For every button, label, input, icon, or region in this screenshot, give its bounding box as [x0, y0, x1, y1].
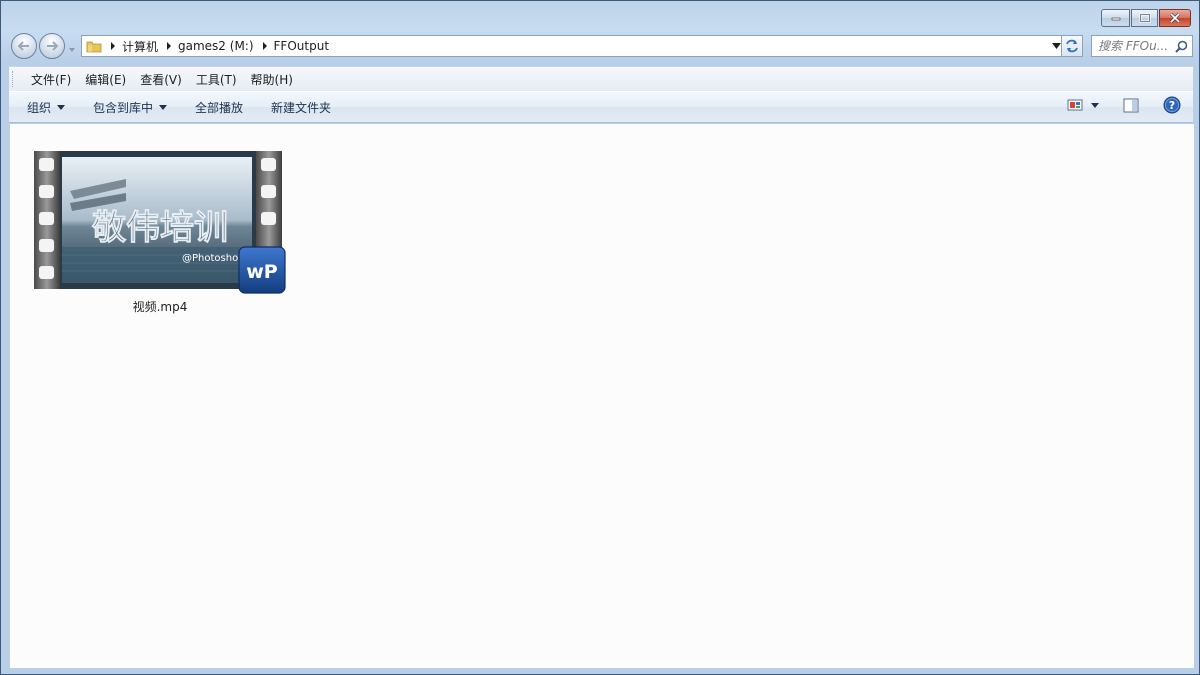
breadcrumb-drive[interactable]: games2 (M:)	[178, 39, 254, 53]
chevron-down-icon	[69, 48, 75, 52]
organize-button[interactable]: 组织	[17, 95, 75, 119]
address-history-dropdown-icon[interactable]	[1052, 43, 1061, 49]
forward-button[interactable]	[39, 33, 65, 59]
breadcrumb-folder[interactable]: FFOutput	[274, 39, 330, 53]
chevron-down-icon	[159, 104, 168, 110]
command-bar-right: ?	[1067, 96, 1181, 114]
back-button[interactable]	[11, 33, 37, 59]
restore-icon	[1139, 13, 1150, 23]
search-icon[interactable]	[1175, 40, 1188, 53]
play-all-button[interactable]: 全部播放	[185, 95, 253, 119]
chevron-down-icon	[1091, 102, 1099, 108]
svg-text:?: ?	[1169, 99, 1175, 112]
new-folder-label: 新建文件夹	[271, 100, 332, 115]
file-item[interactable]: 敬伟培训 @Photoshop wP 视频.mp4	[30, 148, 290, 318]
window-controls	[1100, 9, 1191, 27]
menu-bar: 文件(F) 编辑(E) 查看(V) 工具(T) 帮助(H)	[9, 66, 1193, 91]
badge-text: wP	[246, 261, 278, 283]
thumbnail-title-text: 敬伟培训	[91, 208, 228, 248]
help-icon[interactable]: ?	[1163, 96, 1181, 114]
arrow-right-icon	[47, 41, 59, 51]
explorer-window: 计算机 games2 (M:) FFOutput 文件(F)	[0, 0, 1200, 675]
menu-edit[interactable]: 编辑(E)	[78, 71, 133, 88]
file-list-area[interactable]: 敬伟培训 @Photoshop wP 视频.mp4	[9, 124, 1194, 668]
refresh-icon	[1066, 39, 1078, 53]
organize-label: 组织	[27, 100, 52, 115]
include-in-library-button[interactable]: 包含到库中	[83, 95, 177, 119]
folder-icon	[86, 41, 102, 53]
app-badge-icon: wP	[238, 246, 286, 294]
change-view-button[interactable]	[1067, 98, 1099, 112]
close-icon	[1169, 13, 1181, 23]
include-in-library-label: 包含到库中	[93, 100, 154, 115]
breadcrumb-separator-icon[interactable]	[262, 42, 268, 50]
view-options-icon	[1067, 99, 1083, 111]
breadcrumb-separator-icon[interactable]	[110, 42, 116, 50]
menu-help[interactable]: 帮助(H)	[244, 71, 300, 88]
new-folder-button[interactable]: 新建文件夹	[261, 95, 341, 119]
menu-file[interactable]: 文件(F)	[24, 71, 78, 88]
recent-pages-dropdown[interactable]	[68, 42, 76, 56]
search-input[interactable]	[1098, 39, 1174, 53]
command-bar: 组织 包含到库中 全部播放 新建文件夹 ?	[9, 91, 1193, 123]
preview-pane-icon[interactable]	[1123, 98, 1139, 113]
restore-button[interactable]	[1131, 9, 1158, 27]
close-button[interactable]	[1159, 9, 1191, 27]
refresh-button[interactable]	[1061, 35, 1083, 57]
thumbnail-caption-text: @Photoshop	[182, 253, 245, 264]
chevron-down-icon	[57, 104, 66, 110]
address-bar[interactable]: 计算机 games2 (M:) FFOutput	[81, 35, 1065, 57]
minimize-button[interactable]	[1101, 9, 1130, 27]
navigation-row: 计算机 games2 (M:) FFOutput	[9, 33, 1193, 61]
menu-view[interactable]: 查看(V)	[133, 71, 189, 88]
menu-tools[interactable]: 工具(T)	[189, 71, 244, 88]
arrow-left-icon	[17, 41, 29, 51]
search-box[interactable]	[1091, 35, 1193, 57]
menu-grip	[12, 71, 16, 87]
play-all-label: 全部播放	[195, 100, 244, 115]
file-name[interactable]: 视频.mp4	[30, 298, 290, 315]
minimize-icon	[1111, 17, 1120, 21]
breadcrumb-computer[interactable]: 计算机	[122, 38, 158, 55]
breadcrumb-separator-icon[interactable]	[166, 42, 172, 50]
